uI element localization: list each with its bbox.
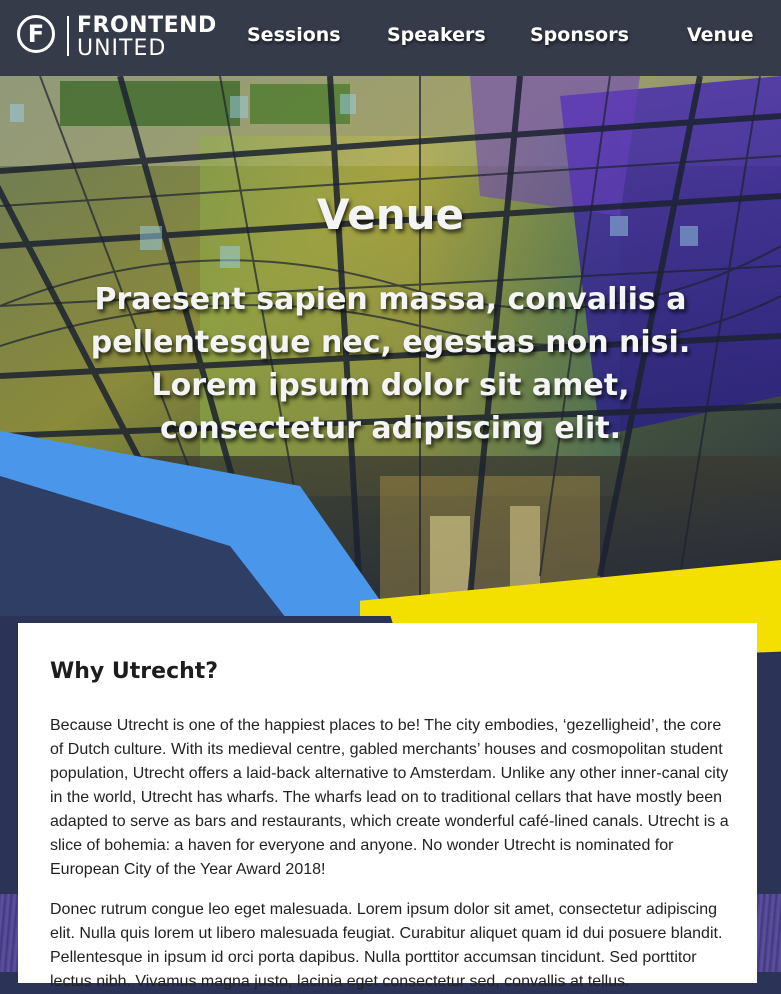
nav-link-venue[interactable]: Venue	[687, 24, 754, 46]
site-header: F FRONTEND UNITED Sessions Speakers Spon…	[0, 0, 781, 76]
logo-divider	[67, 16, 69, 56]
content-card: Why Utrecht? Because Utrecht is one of t…	[18, 623, 757, 990]
site-logo[interactable]: F FRONTEND UNITED	[17, 13, 222, 62]
logo-text-united: UNITED	[77, 36, 167, 61]
paragraph-why-utrecht: Because Utrecht is one of the happiest p…	[50, 717, 729, 878]
hero-subtitle: Praesent sapien massa, convallis a pelle…	[90, 282, 691, 446]
section-heading: Why Utrecht?	[50, 659, 219, 684]
page-title: Venue	[317, 190, 464, 239]
logo-text-frontend: FRONTEND	[77, 13, 217, 38]
logo-f-icon: F	[17, 15, 55, 53]
nav-link-sessions[interactable]: Sessions	[247, 24, 341, 46]
nav-link-sponsors[interactable]: Sponsors	[530, 24, 629, 46]
paragraph-lorem: Donec rutrum congue leo eget malesuada. …	[50, 901, 723, 990]
nav-link-speakers[interactable]: Speakers	[387, 24, 486, 46]
